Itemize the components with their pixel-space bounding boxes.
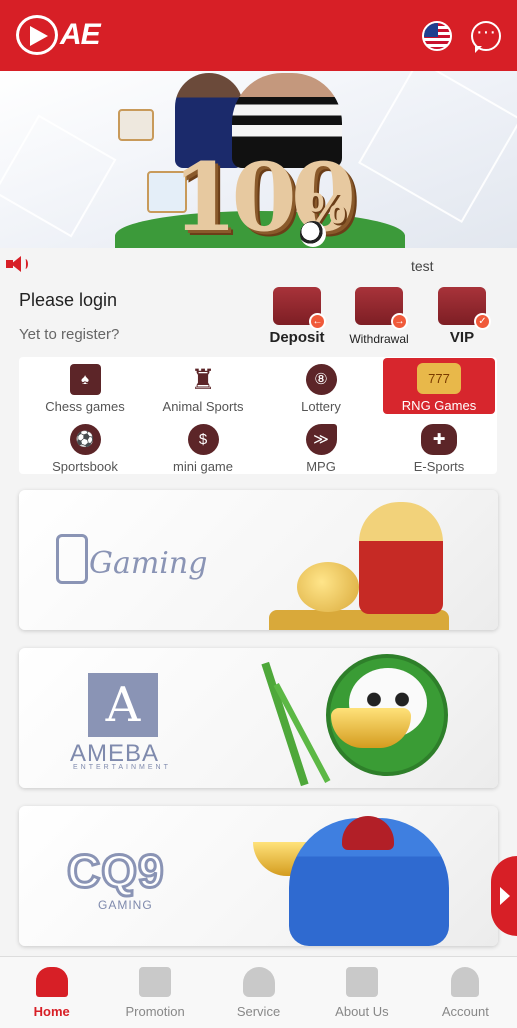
user-icon	[451, 967, 480, 997]
vip-button[interactable]: ✓ VIP	[436, 287, 491, 346]
megaphone-icon	[6, 256, 28, 272]
coin-icon: $	[187, 424, 219, 455]
nav-label: Service	[236, 1004, 281, 1019]
category-animal-sports[interactable]: ♜ Animal Sports	[147, 359, 259, 415]
provider-card-cq9[interactable]: CQ9 GAMING	[19, 806, 498, 946]
headset-icon	[242, 967, 275, 997]
star-badge-icon	[345, 967, 378, 997]
category-rng-games[interactable]: 777 RNG Games	[383, 358, 495, 414]
provider-logo-text: Gaming	[89, 546, 208, 581]
category-chess-games[interactable]: ♠ Chess games	[29, 359, 141, 415]
chat-bubble-icon[interactable]: ···	[471, 21, 501, 53]
deposit-button[interactable]: ← Deposit	[266, 287, 328, 346]
gamepad-icon: ✚	[421, 424, 457, 455]
category-mpg[interactable]: ≫ MPG	[265, 419, 377, 475]
provider-logo-subtext: ENTERTAINMENT	[73, 764, 171, 771]
deposit-label: Deposit	[269, 329, 325, 346]
category-label: Chess games	[45, 399, 125, 414]
rooster-icon: ♜	[190, 364, 216, 395]
side-drawer-toggle[interactable]	[491, 856, 517, 936]
top-header: AE ···	[0, 0, 517, 71]
category-e-sports[interactable]: ✚ E-Sports	[383, 419, 495, 475]
fish-icon: ≫	[305, 424, 337, 455]
golden-pig-deco	[297, 562, 359, 612]
category-label: RNG Games	[401, 398, 477, 413]
gift-box-icon	[118, 109, 154, 141]
home-icon	[35, 967, 68, 997]
category-label: Sportsbook	[52, 459, 118, 474]
category-label: mini game	[173, 459, 233, 474]
ameba-logo-icon: A	[88, 673, 158, 737]
provider-card-gaming[interactable]: Gaming	[19, 490, 498, 630]
category-label: Lottery	[301, 399, 341, 414]
withdrawal-button[interactable]: → Withdrawal	[344, 287, 414, 346]
category-label: E-Sports	[413, 459, 465, 474]
us-flag-icon[interactable]	[422, 21, 452, 51]
vip-crown-icon: ✓	[438, 287, 491, 330]
promo-banner[interactable]: 100 %	[0, 71, 517, 248]
announcement-text[interactable]: test	[411, 258, 434, 274]
bottom-nav: Home Promotion Service About Us Account	[0, 956, 517, 1028]
banner-hex-deco	[0, 114, 117, 238]
slot-machine-logo-icon	[56, 534, 88, 584]
withdrawal-label: Withdrawal	[349, 332, 409, 346]
nav-account[interactable]: Account	[414, 957, 517, 1028]
nav-label: About Us	[335, 1004, 389, 1019]
provider-logo-text: CQ9	[66, 844, 166, 899]
nav-label: Promotion	[125, 1004, 185, 1019]
gift-icon	[139, 967, 172, 997]
category-lottery[interactable]: ⑧ Lottery	[265, 359, 377, 415]
nav-label: Account	[441, 1004, 489, 1019]
provider-logo-subtext: GAMING	[98, 898, 153, 912]
slot-machine-icon: 777	[417, 363, 461, 394]
logo-text: AE	[60, 18, 101, 51]
nav-service[interactable]: Service	[207, 957, 310, 1028]
nav-label: Home	[33, 1004, 70, 1019]
register-link[interactable]: Yet to register?	[19, 326, 119, 343]
banner-hex-deco	[358, 71, 517, 223]
vip-label: VIP	[449, 329, 475, 346]
nav-home[interactable]: Home	[0, 957, 103, 1028]
bamboo-deco	[261, 661, 309, 787]
bull-mascot-deco	[359, 502, 443, 614]
withdraw-icon: →	[355, 287, 408, 330]
wallet-icon: ←	[273, 287, 326, 330]
spade-card-icon: ♠	[69, 364, 101, 395]
app-logo[interactable]: AE	[16, 15, 101, 55]
provider-card-ameba[interactable]: A AMEBA ENTERTAINMENT	[19, 648, 498, 788]
nav-about-us[interactable]: About Us	[310, 957, 413, 1028]
soccer-ball-icon: ⚽	[69, 424, 101, 455]
play-logo-icon	[16, 15, 58, 55]
lottery-ball-icon: ⑧	[305, 364, 337, 395]
login-link[interactable]: Please login	[19, 290, 117, 311]
category-label: Animal Sports	[162, 399, 244, 414]
category-grid: ♠ Chess games ♜ Animal Sports ⑧ Lottery …	[19, 357, 497, 474]
soccer-ball-icon	[300, 221, 326, 247]
nav-promotion[interactable]: Promotion	[103, 957, 206, 1028]
category-mini-game[interactable]: $ mini game	[147, 419, 259, 475]
category-sportsbook[interactable]: ⚽ Sportsbook	[29, 419, 141, 475]
category-label: MPG	[306, 459, 336, 474]
